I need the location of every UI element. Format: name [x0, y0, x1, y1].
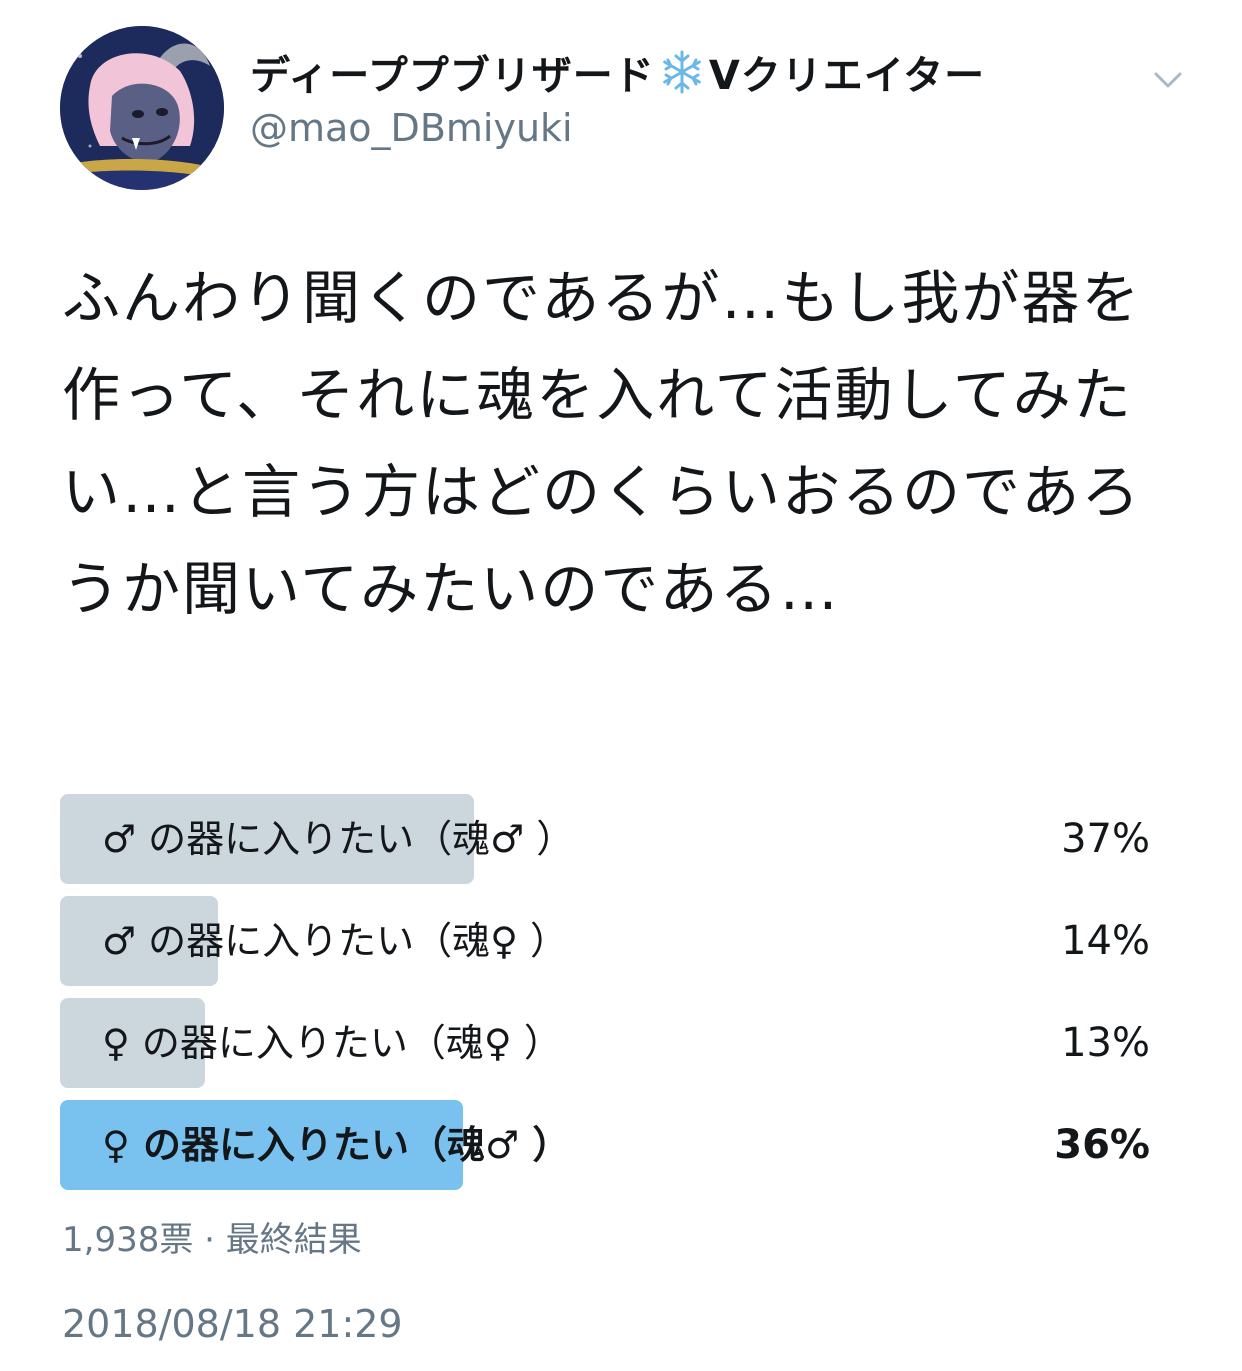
author-display-name[interactable]: ディーププブリザード Vクリエイター [250, 44, 985, 100]
snowflake-icon [659, 49, 705, 95]
poll-option-percent: 14% [1061, 918, 1150, 964]
tweet-text: ふんわり聞くのであるが…もし我が器を作って、それに魂を入れて活動してみたい…と言… [62, 264, 1142, 623]
poll-option: ♂ の器に入りたい（魂♀ ） 14% [60, 896, 1150, 986]
poll-option: ♀ の器に入りたい（魂♂ ） 36% [60, 1100, 1150, 1190]
author-name-part1: ディーププブリザード [250, 53, 655, 99]
author-handle[interactable]: @mao_DBmiyuki [250, 106, 573, 150]
author-name-part2: Vクリエイター [708, 53, 986, 99]
avatar[interactable] [60, 26, 224, 190]
poll-option-label: ♂ の器に入りたい（魂♀ ） [102, 919, 569, 963]
poll-meta: 1,938票 · 最終結果 [62, 1212, 362, 1261]
poll-vote-count: 1,938票 [62, 1220, 194, 1260]
poll-option: ♀ の器に入りたい（魂♀ ） 13% [60, 998, 1150, 1088]
poll-status: 最終結果 [225, 1220, 362, 1260]
poll-meta-separator: · [204, 1220, 215, 1260]
poll: ♂ の器に入りたい（魂♂ ） 37% ♂ の器に入りたい（魂♀ ） 14% ♀ … [60, 794, 1150, 1202]
chevron-down-icon[interactable] [1150, 62, 1186, 98]
poll-option-percent: 36% [1054, 1122, 1150, 1168]
poll-option-label: ♀ の器に入りたい（魂♂ ） [102, 1123, 571, 1167]
poll-option-label: ♂ の器に入りたい（魂♂ ） [102, 817, 575, 861]
poll-option-percent: 37% [1061, 816, 1150, 862]
poll-option-label: ♀ の器に入りたい（魂♀ ） [102, 1021, 562, 1065]
tweet-timestamp[interactable]: 2018/08/18 21:29 [62, 1302, 403, 1346]
poll-option-percent: 13% [1061, 1020, 1150, 1066]
poll-option: ♂ の器に入りたい（魂♂ ） 37% [60, 794, 1150, 884]
